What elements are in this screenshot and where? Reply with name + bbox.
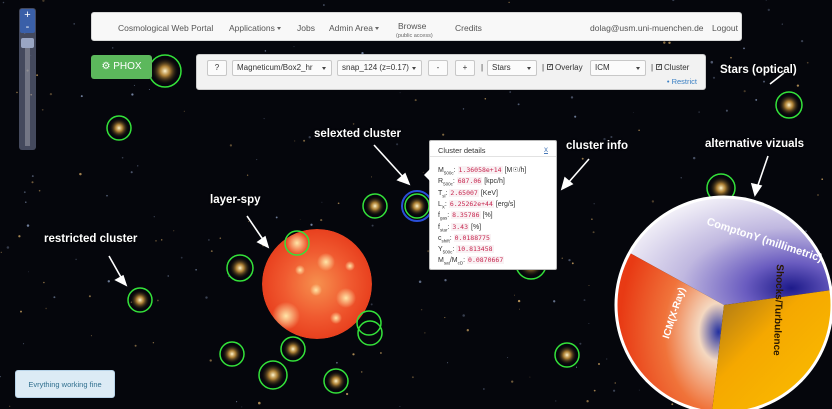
cluster-detail-label: cshift: — [438, 234, 454, 244]
cluster-detail-value: 0.0188775 — [453, 233, 491, 242]
cluster-detail-value: 3.43 — [451, 222, 470, 231]
zoom-slider-track[interactable] — [25, 38, 30, 146]
cluster-detail-label: M500c: — [438, 167, 458, 176]
toolbar-separator: | — [481, 63, 484, 72]
zoom-in-button[interactable]: + - — [20, 9, 35, 33]
cluster-detail-value: 2.65007 — [449, 188, 479, 197]
cluster-detail-unit: [KeV] — [480, 189, 498, 197]
cluster-detail-row: fgas: 8.35786 [%] — [438, 211, 493, 221]
zoom-control[interactable]: + - — [19, 8, 36, 150]
cluster-details-popup: Cluster details x M500c: 1.36058e+14 [M☉/… — [424, 140, 557, 270]
top-navbar: Cosmological Web Portal Applications Job… — [91, 12, 742, 41]
cluster-detail-unit: [%] — [482, 212, 493, 220]
layer-toolbar: ? Magneticum/Box2_hr snap_124 (z=0.17) -… — [196, 54, 706, 90]
nav-brand[interactable]: Cosmological Web Portal — [118, 23, 213, 33]
cluster-detail-label: fstar: — [438, 223, 452, 232]
nav-admin-area[interactable]: Admin Area — [329, 23, 379, 33]
annotation-selected-cluster: selexted cluster — [314, 128, 401, 140]
zoom-slider-thumb[interactable] — [21, 38, 34, 48]
layer-spy-lens — [262, 229, 372, 339]
phox-button[interactable]: ⚙ PHOX — [91, 55, 152, 79]
layer-select[interactable]: Stars — [487, 60, 537, 76]
cluster-detail-value: 6.25262e+44 — [448, 199, 494, 208]
cluster-detail-unit: [kpc/h] — [484, 178, 505, 186]
overlay-select[interactable]: ICM — [590, 60, 646, 76]
cluster-detail-value: 8.35786 — [451, 211, 481, 220]
nav-browse[interactable]: Browse — [398, 21, 426, 31]
nav-jobs[interactable]: Jobs — [297, 23, 315, 33]
cluster-detail-row: Y500c: 10.813458 — [438, 245, 496, 254]
annotation-alternative-vizuals: alternative vizuals — [705, 138, 805, 150]
cluster-detail-unit: [M☉/h] — [504, 167, 527, 174]
restrict-link[interactable]: • Restrict — [667, 77, 697, 86]
checkbox-icon[interactable]: ✓ — [656, 63, 662, 70]
status-message: Evrything working fine — [15, 370, 115, 398]
simulation-select[interactable]: Magneticum/Box2_hr — [232, 60, 332, 76]
zoom-in-toolbar-button[interactable]: + — [455, 60, 475, 76]
chevron-down-icon — [276, 27, 281, 31]
cluster-detail-row: Msat/McD: 0.0870667 — [438, 256, 506, 266]
cluster-detail-label: Y500c: — [438, 246, 457, 255]
gear-icon: ⚙ — [101, 61, 111, 72]
cluster-detail-row: cshift: 0.0188775 — [438, 233, 493, 244]
close-icon[interactable]: x — [544, 145, 548, 154]
cluster-detail-label: LX: — [438, 200, 449, 210]
cluster-detail-value: 0.0870667 — [467, 256, 505, 265]
annotation-stars-optical: Stars (optical) — [720, 64, 797, 76]
cluster-detail-row: LX: 6.25262e+44 [erg/s] — [438, 199, 516, 210]
zoom-out-button[interactable]: - — [428, 60, 448, 76]
cluster-detail-value: 1.36058e+14 — [457, 166, 503, 174]
cluster-detail-label: fgas: — [438, 212, 452, 221]
cluster-detail-label: Tsl: — [438, 189, 450, 198]
overlay-toggle[interactable]: ✓ Overlay — [547, 63, 583, 72]
cluster-detail-value: 10.813458 — [456, 245, 494, 254]
cluster-detail-label: R500c: — [438, 178, 457, 187]
annotation-cluster-info: cluster info — [566, 140, 628, 152]
nav-user-email[interactable]: dolag@usm.uni-muenchen.de — [590, 23, 704, 33]
popup-pointer — [424, 169, 430, 181]
cluster-detail-row: fstar: 3.43 [%] — [438, 222, 482, 232]
help-button[interactable]: ? — [207, 60, 227, 76]
restrict-icon: • — [666, 77, 670, 86]
nav-applications[interactable]: Applications — [229, 23, 281, 33]
checkbox-icon[interactable]: ✓ — [547, 63, 553, 70]
nav-logout[interactable]: Logout — [712, 23, 738, 33]
toolbar-separator: | — [651, 63, 654, 72]
cluster-detail-unit: [%] — [471, 223, 482, 231]
cluster-detail-row: Tsl: 2.65007 [KeV] — [438, 188, 498, 198]
cluster-detail-value: 687.06 — [456, 177, 483, 186]
nav-credits[interactable]: Credits — [455, 23, 482, 33]
cluster-detail-row: R500c: 687.06 [kpc/h] — [438, 177, 505, 187]
nav-browse-sub: (public access) — [396, 33, 433, 39]
toolbar-separator: | — [542, 63, 545, 72]
cluster-detail-label: Msat/McD: — [438, 257, 468, 266]
annotation-layer-spy: layer-spy — [210, 194, 261, 206]
cluster-detail-unit: [erg/s] — [495, 200, 516, 208]
chevron-down-icon — [374, 27, 379, 31]
annotation-restricted-cluster: restricted cluster — [44, 233, 138, 245]
cluster-toggle[interactable]: ✓ Cluster — [656, 63, 689, 72]
popup-title: Cluster details — [430, 141, 556, 157]
snapshot-select[interactable]: snap_124 (z=0.17) — [337, 60, 422, 76]
cluster-detail-row: M500c: 1.36058e+14 [M☉/h] — [438, 166, 526, 175]
